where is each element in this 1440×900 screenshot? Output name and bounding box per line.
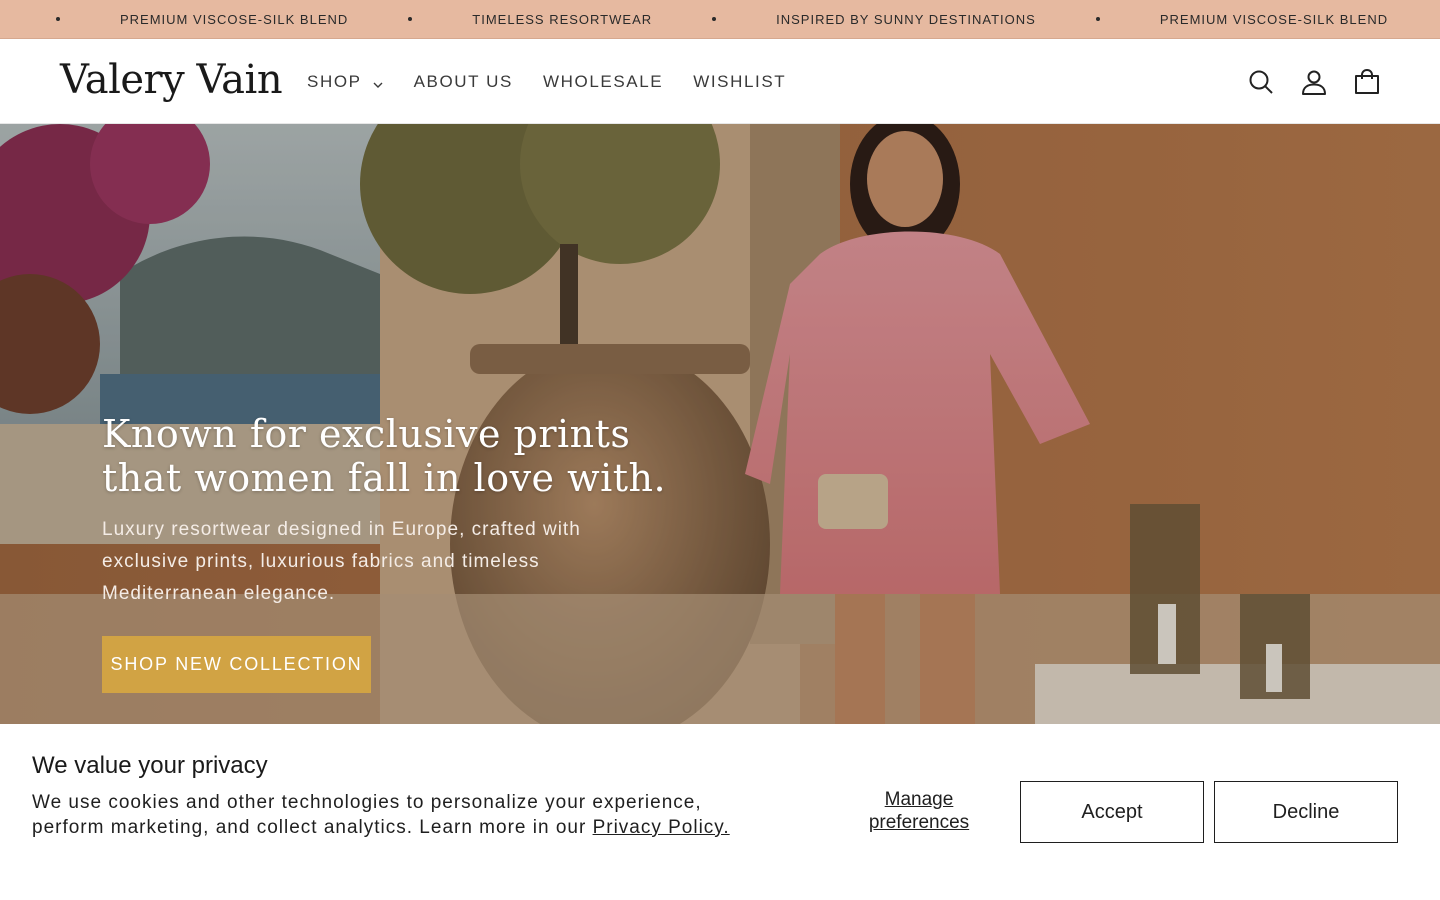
- announcement-message: PREMIUM VISCOSE-SILK BLEND: [120, 11, 349, 27]
- announcement-bar: PREMIUM VISCOSE-SILK BLEND TIMELESS RESO…: [0, 0, 1440, 39]
- decline-button[interactable]: Decline: [1214, 781, 1398, 843]
- separator-dot: [56, 17, 60, 21]
- nav-item-wishlist[interactable]: WISHLIST: [693, 72, 786, 92]
- announcement-track: PREMIUM VISCOSE-SILK BLEND TIMELESS RESO…: [0, 0, 1440, 38]
- search-icon[interactable]: [1246, 67, 1276, 97]
- account-icon[interactable]: [1299, 67, 1329, 97]
- separator-dot: [408, 17, 413, 21]
- hero-title: Known for exclusive prints that women fa…: [102, 412, 667, 500]
- site-header: Valery Vain SHOP ABOUT US WHOLESALE WISH…: [0, 39, 1440, 124]
- privacy-policy-link[interactable]: Privacy Policy.: [593, 817, 730, 838]
- announcement-message: PREMIUM VISCOSE-SILK BLEND: [1159, 11, 1389, 27]
- separator-dot: [1095, 17, 1100, 21]
- cookie-banner: We value your privacy We use cookies and…: [0, 724, 1440, 900]
- nav-label: SHOP: [307, 71, 362, 91]
- separator-dot: [712, 17, 717, 21]
- hero-subtitle: Luxury resortwear designed in Europe, cr…: [102, 519, 581, 604]
- main-nav: SHOP ABOUT US WHOLESALE WISHLIST: [307, 39, 816, 124]
- announcement-message: TIMELESS RESORTWEAR: [472, 11, 653, 27]
- chevron-down-icon: [372, 76, 384, 88]
- nav-item-shop[interactable]: SHOP: [307, 72, 384, 92]
- announcement-message: INSPIRED BY SUNNY DESTINATIONS: [776, 11, 1036, 27]
- manage-preferences-link[interactable]: Manage preferences: [842, 788, 996, 834]
- shop-new-collection-button[interactable]: SHOP NEW COLLECTION: [102, 636, 371, 693]
- header-icons: [1223, 39, 1382, 124]
- accept-button[interactable]: Accept: [1020, 781, 1204, 843]
- nav-item-wholesale[interactable]: WHOLESALE: [543, 72, 663, 92]
- nav-item-about-us[interactable]: ABOUT US: [414, 72, 513, 92]
- hero-content: Known for exclusive prints that women fa…: [102, 412, 722, 693]
- cookie-text: We use cookies and other technologies to…: [32, 790, 772, 840]
- brand-logo[interactable]: Valery Vain: [60, 57, 283, 103]
- cart-icon[interactable]: [1352, 67, 1382, 97]
- cookie-title: We value your privacy: [32, 752, 268, 779]
- hero-banner: Known for exclusive prints that women fa…: [0, 124, 1440, 724]
